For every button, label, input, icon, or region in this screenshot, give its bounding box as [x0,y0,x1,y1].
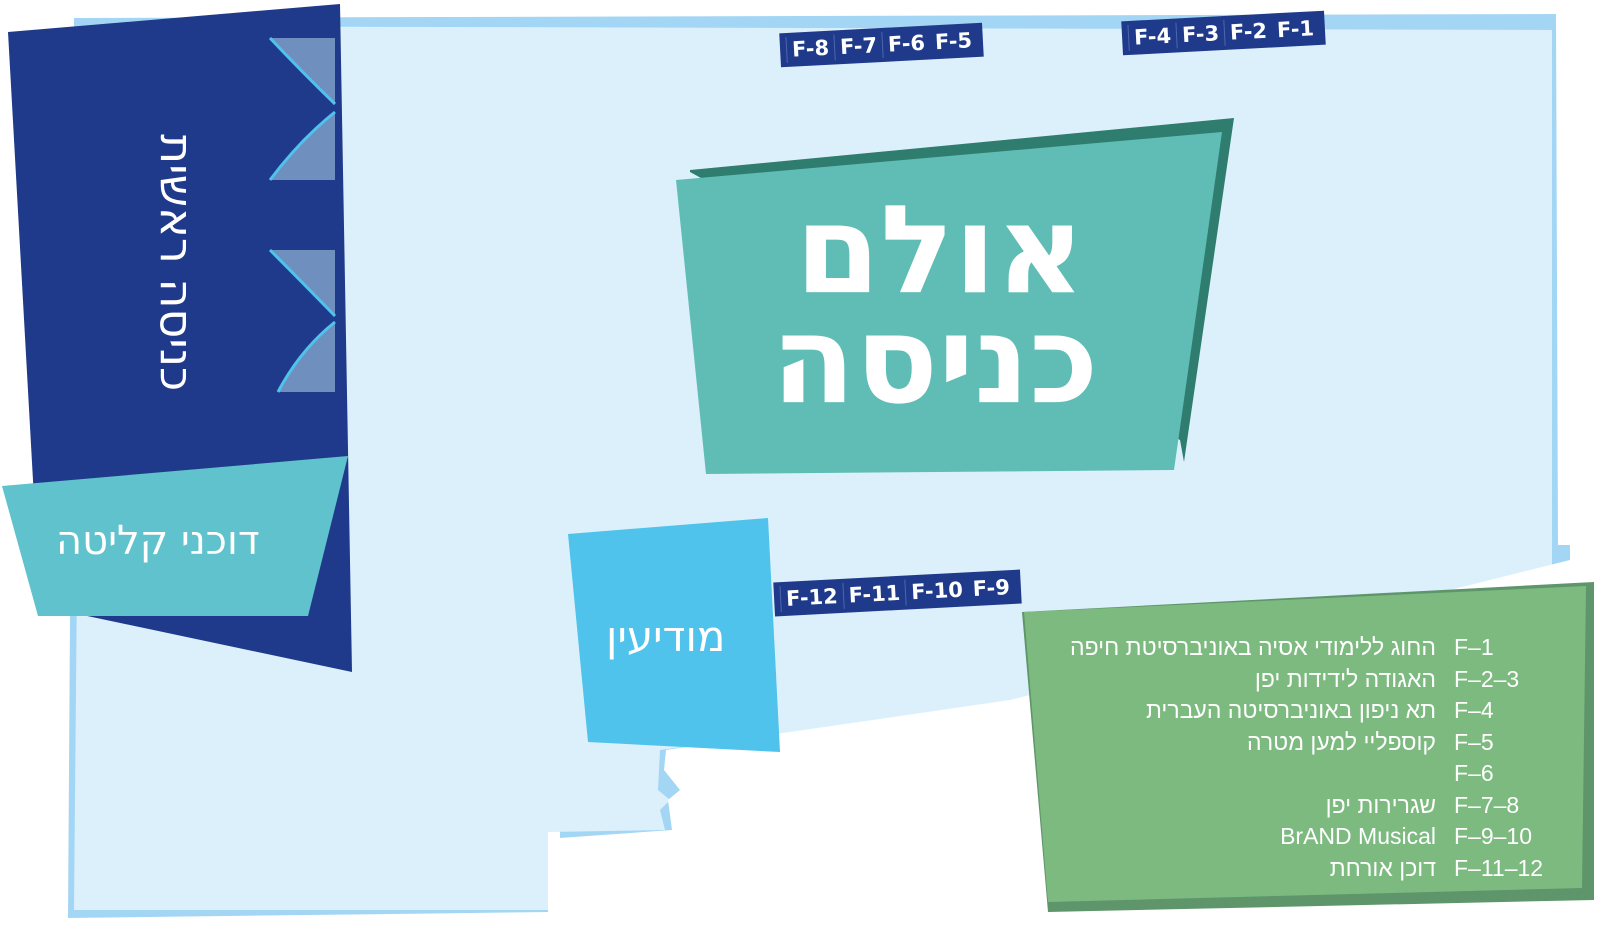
hall-title-line2: כניסה [771,289,1099,431]
legend-name: שגרירות יפן [1325,791,1436,818]
legend-name: החוג ללימודי אסיה באוניברסיטת חיפה [1070,634,1436,661]
legend-name: BrAND Musical [1280,823,1436,850]
legend-item: שגרירות יפן F–7–8 [1044,790,1544,822]
legend-code: F–5 [1454,728,1494,755]
booth-f5[interactable]: F-5 [929,27,977,55]
booth-f7[interactable]: F-7 [833,31,883,61]
legend-code: F–9–10 [1454,823,1533,850]
legend-item: F–6 [1044,758,1544,790]
booth-f11[interactable]: F-11 [842,579,906,609]
info-desk-label: מודיעין [606,612,726,661]
legend-item: החוג ללימודי אסיה באוניברסיטת חיפה F–1 [1044,632,1544,664]
legend-item: BrAND Musical F–9–10 [1044,821,1544,853]
booth-f9[interactable]: F-9 [967,574,1015,602]
legend-name: דוכן אורחת [1329,854,1436,881]
main-entrance-label: כניסה ראשית [150,134,204,392]
legend-code: F–7–8 [1454,791,1520,818]
legend-code: F–1 [1454,634,1494,661]
legend-name: קוספליי למען מטרה [1247,728,1436,755]
booth-f1[interactable]: F-1 [1271,15,1319,43]
booth-f4[interactable]: F-4 [1127,22,1177,51]
legend-item: תא ניפון באוניברסיטה העברית F–4 [1044,695,1544,727]
booth-f2[interactable]: F-2 [1223,17,1273,46]
booth-f10[interactable]: F-10 [904,576,969,606]
booth-f3[interactable]: F-3 [1175,19,1225,49]
booth-f6[interactable]: F-6 [881,29,931,58]
legend-name: תא ניפון באוניברסיטה העברית [1145,697,1436,724]
legend-code: F–6 [1454,760,1494,787]
legend-name: האגודה לידידות יפן [1254,665,1436,692]
booth-f8[interactable]: F-8 [785,34,835,63]
legend-code: F–11–12 [1454,854,1544,881]
legend-item: קוספליי למען מטרה F–5 [1044,727,1544,759]
reception-label: דוכני קליטה [56,518,260,564]
booth-f12[interactable]: F-12 [779,582,844,613]
booth-legend: החוג ללימודי אסיה באוניברסיטת חיפה F–1 ה… [1044,632,1544,884]
legend-item: דוכן אורחת F–11–12 [1044,853,1544,885]
legend-code: F–2–3 [1454,665,1520,692]
legend-item: האגודה לידידות יפן F–2–3 [1044,664,1544,696]
legend-code: F–4 [1454,697,1494,724]
